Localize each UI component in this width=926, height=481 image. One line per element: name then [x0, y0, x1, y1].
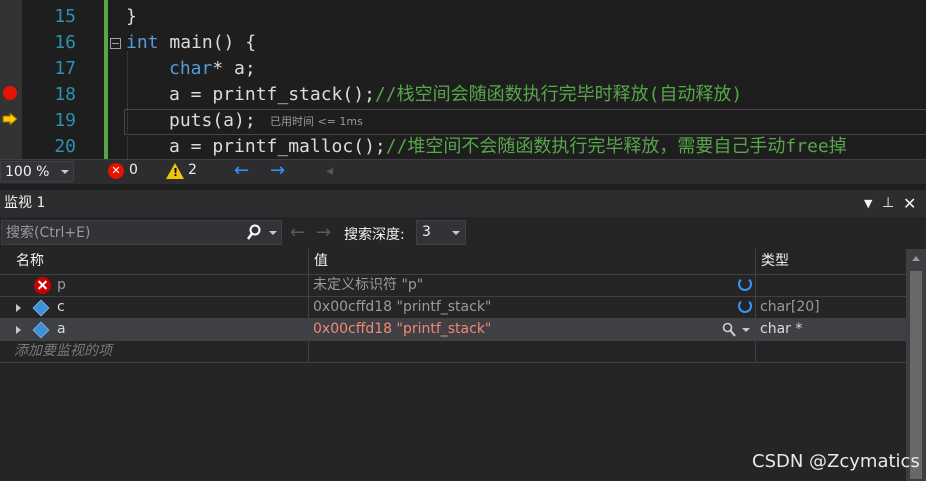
watch-row[interactable]: a 0x00cffd18 "printf_stack" char * — [0, 319, 906, 341]
code-line[interactable]: 15 } — [0, 4, 926, 30]
column-divider — [308, 275, 309, 296]
code-token: * a; — [212, 58, 256, 79]
chevron-down-icon[interactable] — [269, 231, 277, 235]
column-header-name[interactable]: 名称 — [10, 249, 44, 274]
code-line[interactable]: 18 a = printf_stack();//栈空间会随函数执行完毕时释放(自… — [0, 82, 926, 108]
watch-grid: 名称 值 类型 p 未定义标识符 "p" c 0x00cffd18 "print… — [0, 249, 926, 481]
watch-item-value[interactable]: 0x00cffd18 "printf_stack" — [313, 319, 491, 340]
column-divider — [755, 275, 756, 296]
code-line[interactable]: 17 char* a; — [0, 56, 926, 82]
watch-item-value[interactable]: 0x00cffd18 "printf_stack" — [313, 297, 491, 318]
scrollbar-thumb[interactable] — [910, 271, 922, 479]
grid-header: 名称 值 类型 — [0, 249, 906, 275]
code-line[interactable]: 16 int main() { — [0, 30, 926, 56]
search-back-arrow-icon[interactable]: ← — [290, 222, 305, 243]
search-input[interactable] — [6, 223, 236, 242]
error-count[interactable]: 0 — [129, 162, 138, 178]
code-token: a = printf_stack(); — [169, 84, 375, 105]
keyword-token: int — [126, 32, 159, 53]
watch-item-name[interactable]: a — [57, 319, 66, 340]
line-number: 15 — [54, 6, 76, 27]
watch-item-name[interactable]: c — [57, 297, 65, 318]
line-number: 18 — [54, 84, 76, 105]
watch-item-type: char[20] — [760, 299, 820, 315]
code-text: int main() { — [126, 30, 256, 56]
zoom-dropdown[interactable]: 100 % — [0, 161, 74, 182]
chevron-down-icon[interactable] — [742, 328, 750, 332]
variable-icon — [32, 321, 50, 339]
chevron-down-icon — [452, 231, 460, 235]
error-icon[interactable]: ✕ — [108, 163, 124, 179]
scroll-left-arrow-icon[interactable]: ◂ — [326, 160, 333, 182]
chevron-down-icon — [61, 170, 69, 174]
code-token: a = printf_malloc(); — [169, 136, 386, 157]
zoom-value: 100 % — [5, 164, 50, 180]
line-number: 16 — [54, 32, 76, 53]
column-divider — [755, 297, 756, 318]
comment-token: //堆空间不会随函数执行完毕释放，需要自己手动free掉 — [385, 136, 847, 157]
column-divider — [308, 297, 309, 318]
column-divider — [308, 319, 309, 340]
window-position-dropdown-icon[interactable]: ▼ — [864, 190, 872, 217]
code-text: a = printf_stack();//栈空间会随函数执行完毕时释放(自动释放… — [169, 82, 742, 108]
watch-row[interactable]: c 0x00cffd18 "printf_stack" char[20] — [0, 297, 906, 319]
error-icon — [34, 277, 51, 294]
pin-icon[interactable]: ⊥ — [882, 190, 894, 217]
elapsed-time-hint: 已用时间 <= 1ms — [270, 115, 363, 128]
column-divider — [755, 319, 756, 340]
search-depth-label: 搜索深度: — [344, 227, 405, 243]
watch-row[interactable]: p 未定义标识符 "p" — [0, 275, 906, 297]
watch-title: 监视 1 — [4, 195, 46, 211]
visualizer-search-icon[interactable] — [722, 322, 736, 338]
comment-token: //栈空间会随函数执行完毕时释放(自动释放) — [374, 84, 743, 105]
previous-issue-arrow-icon[interactable]: ← — [234, 160, 249, 182]
code-text: } — [126, 6, 137, 27]
line-number: 20 — [54, 136, 76, 157]
search-forward-arrow-icon[interactable]: → — [316, 222, 331, 243]
code-editor[interactable]: 15 } 16 int main() { 17 char* a; 18 a = … — [0, 0, 926, 159]
next-issue-arrow-icon[interactable]: → — [270, 160, 285, 182]
variable-icon — [32, 299, 50, 317]
watch-item-type: char * — [760, 321, 803, 337]
scroll-up-arrow-icon[interactable] — [912, 256, 920, 261]
line-number: 19 — [54, 110, 76, 131]
add-watch-row[interactable]: 添加要监视的项 — [0, 341, 906, 363]
close-icon[interactable]: ✕ — [903, 190, 916, 217]
column-header-type[interactable]: 类型 — [755, 249, 789, 274]
column-divider — [755, 341, 756, 362]
column-header-value[interactable]: 值 — [308, 249, 328, 274]
refresh-icon[interactable] — [738, 277, 752, 291]
code-text: puts(a); — [169, 110, 256, 131]
search-depth-select[interactable]: 3 — [416, 220, 466, 245]
vertical-scrollbar[interactable] — [906, 249, 926, 481]
watch-window: 监视 1 ▼ ⊥ ✕ ← → 搜索深度: 3 名称 值 类型 — [0, 190, 926, 481]
code-line[interactable]: 20 a = printf_malloc();//堆空间不会随函数执行完毕释放，… — [0, 134, 926, 159]
watermark: CSDN @Zcymatics — [752, 451, 920, 472]
code-token: main() { — [158, 32, 257, 53]
keyword-token: char — [169, 58, 213, 79]
add-watch-placeholder[interactable]: 添加要监视的项 — [14, 341, 112, 362]
warning-icon[interactable]: ! — [166, 163, 184, 179]
expand-arrow-icon[interactable] — [16, 304, 21, 312]
column-divider — [308, 341, 309, 362]
expand-arrow-icon[interactable] — [16, 326, 21, 334]
code-text: char* a; — [169, 56, 256, 82]
watch-toolbar: ← → 搜索深度: 3 — [0, 217, 926, 249]
collapse-toggle-icon[interactable] — [110, 38, 121, 49]
code-text: a = printf_malloc();//堆空间不会随函数执行完毕释放，需要自… — [169, 134, 847, 159]
watch-item-value[interactable]: 未定义标识符 "p" — [313, 275, 423, 296]
search-depth-value: 3 — [422, 224, 431, 240]
refresh-icon[interactable] — [738, 299, 752, 313]
editor-status-bar: 100 % ✕ 0 ! 2 ← → ◂ — [0, 159, 926, 184]
watch-item-name[interactable]: p — [57, 275, 66, 296]
search-box[interactable] — [1, 220, 282, 245]
watch-title-bar: 监视 1 ▼ ⊥ ✕ — [0, 190, 926, 217]
search-icon[interactable] — [247, 224, 261, 241]
code-line[interactable]: 19 puts(a); — [0, 108, 926, 134]
warning-count[interactable]: 2 — [188, 162, 197, 178]
line-number: 17 — [54, 58, 76, 79]
